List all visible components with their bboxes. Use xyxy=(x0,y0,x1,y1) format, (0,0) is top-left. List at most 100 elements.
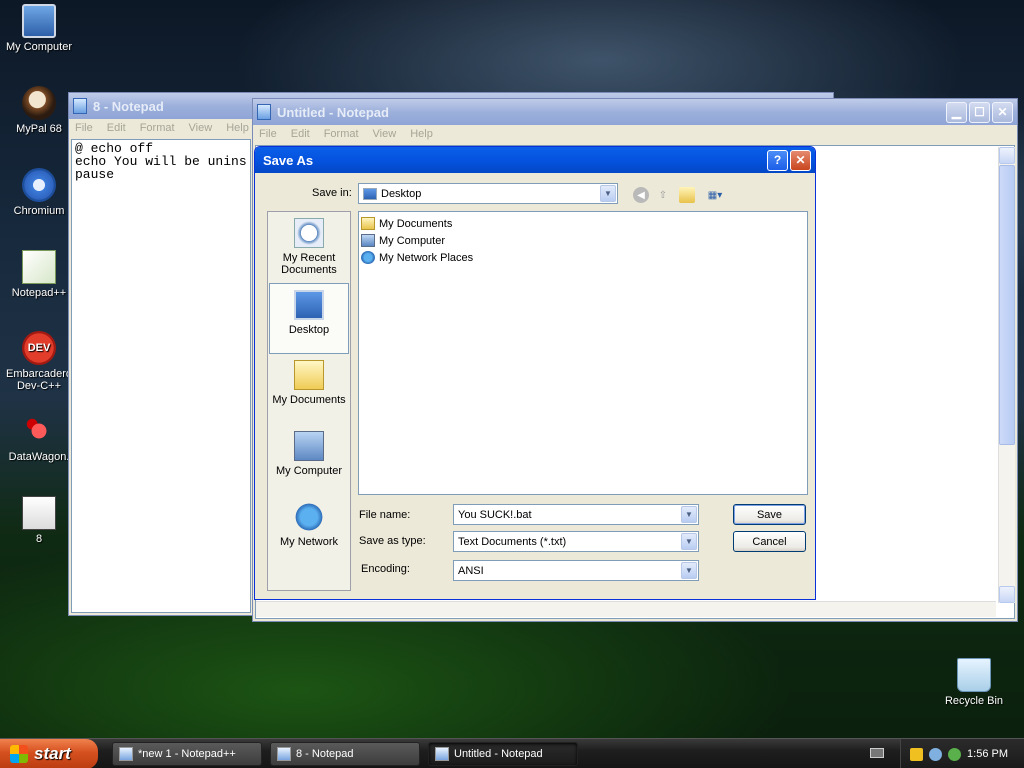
menu-help[interactable]: Help xyxy=(410,128,433,141)
notepad-8-text-area[interactable]: @ echo off echo You will be unins pause xyxy=(71,139,251,613)
network-icon[interactable] xyxy=(929,747,943,761)
desktop-icon-8[interactable]: 8 xyxy=(0,496,78,545)
scroll-up-arrow[interactable] xyxy=(999,147,1015,164)
scroll-thumb[interactable] xyxy=(999,165,1015,445)
save-in-label: Save in: xyxy=(312,187,352,199)
back-icon[interactable]: ◀ xyxy=(633,187,649,203)
desktop-icon-my-computer[interactable]: My Computer xyxy=(0,4,78,53)
encoding-label: Encoding: xyxy=(361,563,410,575)
network-icon xyxy=(361,251,375,264)
desktop-icon-devcpp[interactable]: DEV Embarcadero Dev-C++ xyxy=(0,331,78,392)
menu-file[interactable]: File xyxy=(259,128,277,141)
place-desktop[interactable]: Desktop xyxy=(269,283,349,354)
file-list[interactable]: My Documents My Computer My Network Plac… xyxy=(358,211,808,495)
new-folder-icon[interactable] xyxy=(679,187,695,203)
list-item[interactable]: My Documents xyxy=(361,215,805,232)
list-item[interactable]: My Computer xyxy=(361,232,805,249)
chevron-down-icon[interactable]: ▼ xyxy=(681,562,697,579)
devcpp-icon: DEV xyxy=(22,331,56,365)
desktop-small-icon xyxy=(363,187,377,200)
window-title: 8 - Notepad xyxy=(93,98,164,114)
list-item-label: My Network Places xyxy=(379,251,474,264)
desktop-icon-notepadpp[interactable]: Notepad++ xyxy=(0,250,78,299)
task-label: *new 1 - Notepad++ xyxy=(138,748,236,760)
network-icon xyxy=(294,502,324,532)
chevron-down-icon[interactable]: ▼ xyxy=(681,533,697,550)
notepad-untitled-titlebar[interactable]: Untitled - Notepad ▁ ☐ ✕ xyxy=(253,99,1017,125)
chromium-icon xyxy=(22,168,56,202)
desktop-icon-datawagon[interactable]: DataWagon. xyxy=(0,414,78,463)
menu-format[interactable]: Format xyxy=(324,128,359,141)
start-label: start xyxy=(34,744,71,763)
vertical-scrollbar[interactable] xyxy=(998,147,1015,603)
close-button[interactable]: ✕ xyxy=(992,101,1013,123)
place-label: My Network xyxy=(279,536,339,548)
taskbar-button-notepad-untitled[interactable]: Untitled - Notepad xyxy=(428,742,578,766)
notepad-icon xyxy=(73,98,87,114)
save-as-type-value: Text Documents (*.txt) xyxy=(458,535,567,548)
green-status-icon[interactable] xyxy=(948,747,962,761)
horizontal-scrollbar[interactable] xyxy=(256,601,996,617)
recent-documents-icon xyxy=(294,218,324,248)
save-in-dropdown[interactable]: Desktop ▼ xyxy=(358,183,618,204)
place-my-documents[interactable]: My Documents xyxy=(268,354,350,425)
chevron-down-icon[interactable]: ▼ xyxy=(681,506,697,523)
up-folder-icon[interactable]: ⇧ xyxy=(655,187,671,203)
help-button[interactable]: ? xyxy=(767,149,788,171)
file-name-field[interactable]: You SUCK!.bat ▼ xyxy=(453,504,699,525)
save-as-dialog[interactable]: Save As ? ✕ Save in: Desktop ▼ ◀ ⇧ ▦▾ My… xyxy=(254,146,816,600)
menu-edit[interactable]: Edit xyxy=(291,128,310,141)
views-menu-icon[interactable]: ▦▾ xyxy=(703,187,727,203)
notepad-untitled-menubar: File Edit Format View Help xyxy=(253,125,1017,144)
place-my-recent-documents[interactable]: My Recent Documents xyxy=(268,212,350,283)
place-my-computer[interactable]: My Computer xyxy=(268,425,350,496)
minimize-button[interactable]: ▁ xyxy=(946,101,967,123)
list-item-label: My Documents xyxy=(379,217,453,230)
taskbar-button-notepad-8[interactable]: 8 - Notepad xyxy=(270,742,420,766)
desktop-icon-label: MyPal 68 xyxy=(16,123,62,135)
close-button[interactable]: ✕ xyxy=(790,149,811,171)
menu-file[interactable]: File xyxy=(75,122,93,135)
windows-logo-icon xyxy=(10,745,28,763)
notepad-icon xyxy=(435,747,449,761)
dialog-title: Save As xyxy=(263,152,314,168)
notepad-icon xyxy=(277,747,291,761)
save-button[interactable]: Save xyxy=(733,504,806,525)
cancel-button[interactable]: Cancel xyxy=(733,531,806,552)
menu-help[interactable]: Help xyxy=(226,122,249,135)
place-my-network[interactable]: My Network xyxy=(268,496,350,567)
keyboard-icon[interactable] xyxy=(870,748,884,758)
chevron-down-icon[interactable]: ▼ xyxy=(600,185,616,202)
computer-icon xyxy=(22,4,56,38)
desktop-icon-label: Recycle Bin xyxy=(944,695,1004,707)
menu-view[interactable]: View xyxy=(189,122,213,135)
desktop-icon-mypal[interactable]: MyPal 68 xyxy=(0,86,78,135)
task-label: 8 - Notepad xyxy=(296,748,354,760)
datawagon-icon xyxy=(22,414,56,448)
taskbar-button-notepadpp[interactable]: *new 1 - Notepad++ xyxy=(112,742,262,766)
desktop-icon-label: Chromium xyxy=(13,205,65,217)
place-label: Desktop xyxy=(288,324,330,336)
start-button[interactable]: start xyxy=(0,739,98,768)
mypal-icon xyxy=(22,86,56,120)
desktop-icon-chromium[interactable]: Chromium xyxy=(0,168,78,217)
desktop-icon-label: 8 xyxy=(35,533,43,545)
save-as-type-dropdown[interactable]: Text Documents (*.txt) ▼ xyxy=(453,531,699,552)
my-documents-icon xyxy=(294,360,324,390)
menu-view[interactable]: View xyxy=(373,128,397,141)
menu-format[interactable]: Format xyxy=(140,122,175,135)
list-item[interactable]: My Network Places xyxy=(361,249,805,266)
desktop-icon-recycle-bin[interactable]: Recycle Bin xyxy=(935,658,1013,707)
desktop-icon-label: DataWagon. xyxy=(8,451,70,463)
security-shield-icon[interactable] xyxy=(910,747,924,761)
notepad-icon xyxy=(257,104,271,120)
notepadpp-icon xyxy=(22,250,56,284)
place-label: My Recent Documents xyxy=(281,252,337,276)
save-as-titlebar[interactable]: Save As ? ✕ xyxy=(255,147,815,173)
clock[interactable]: 1:56 PM xyxy=(967,748,1008,760)
menu-edit[interactable]: Edit xyxy=(107,122,126,135)
desktop-icon xyxy=(294,290,324,320)
encoding-dropdown[interactable]: ANSI ▼ xyxy=(453,560,699,581)
maximize-button[interactable]: ☐ xyxy=(969,101,990,123)
scroll-down-arrow[interactable] xyxy=(999,586,1015,603)
